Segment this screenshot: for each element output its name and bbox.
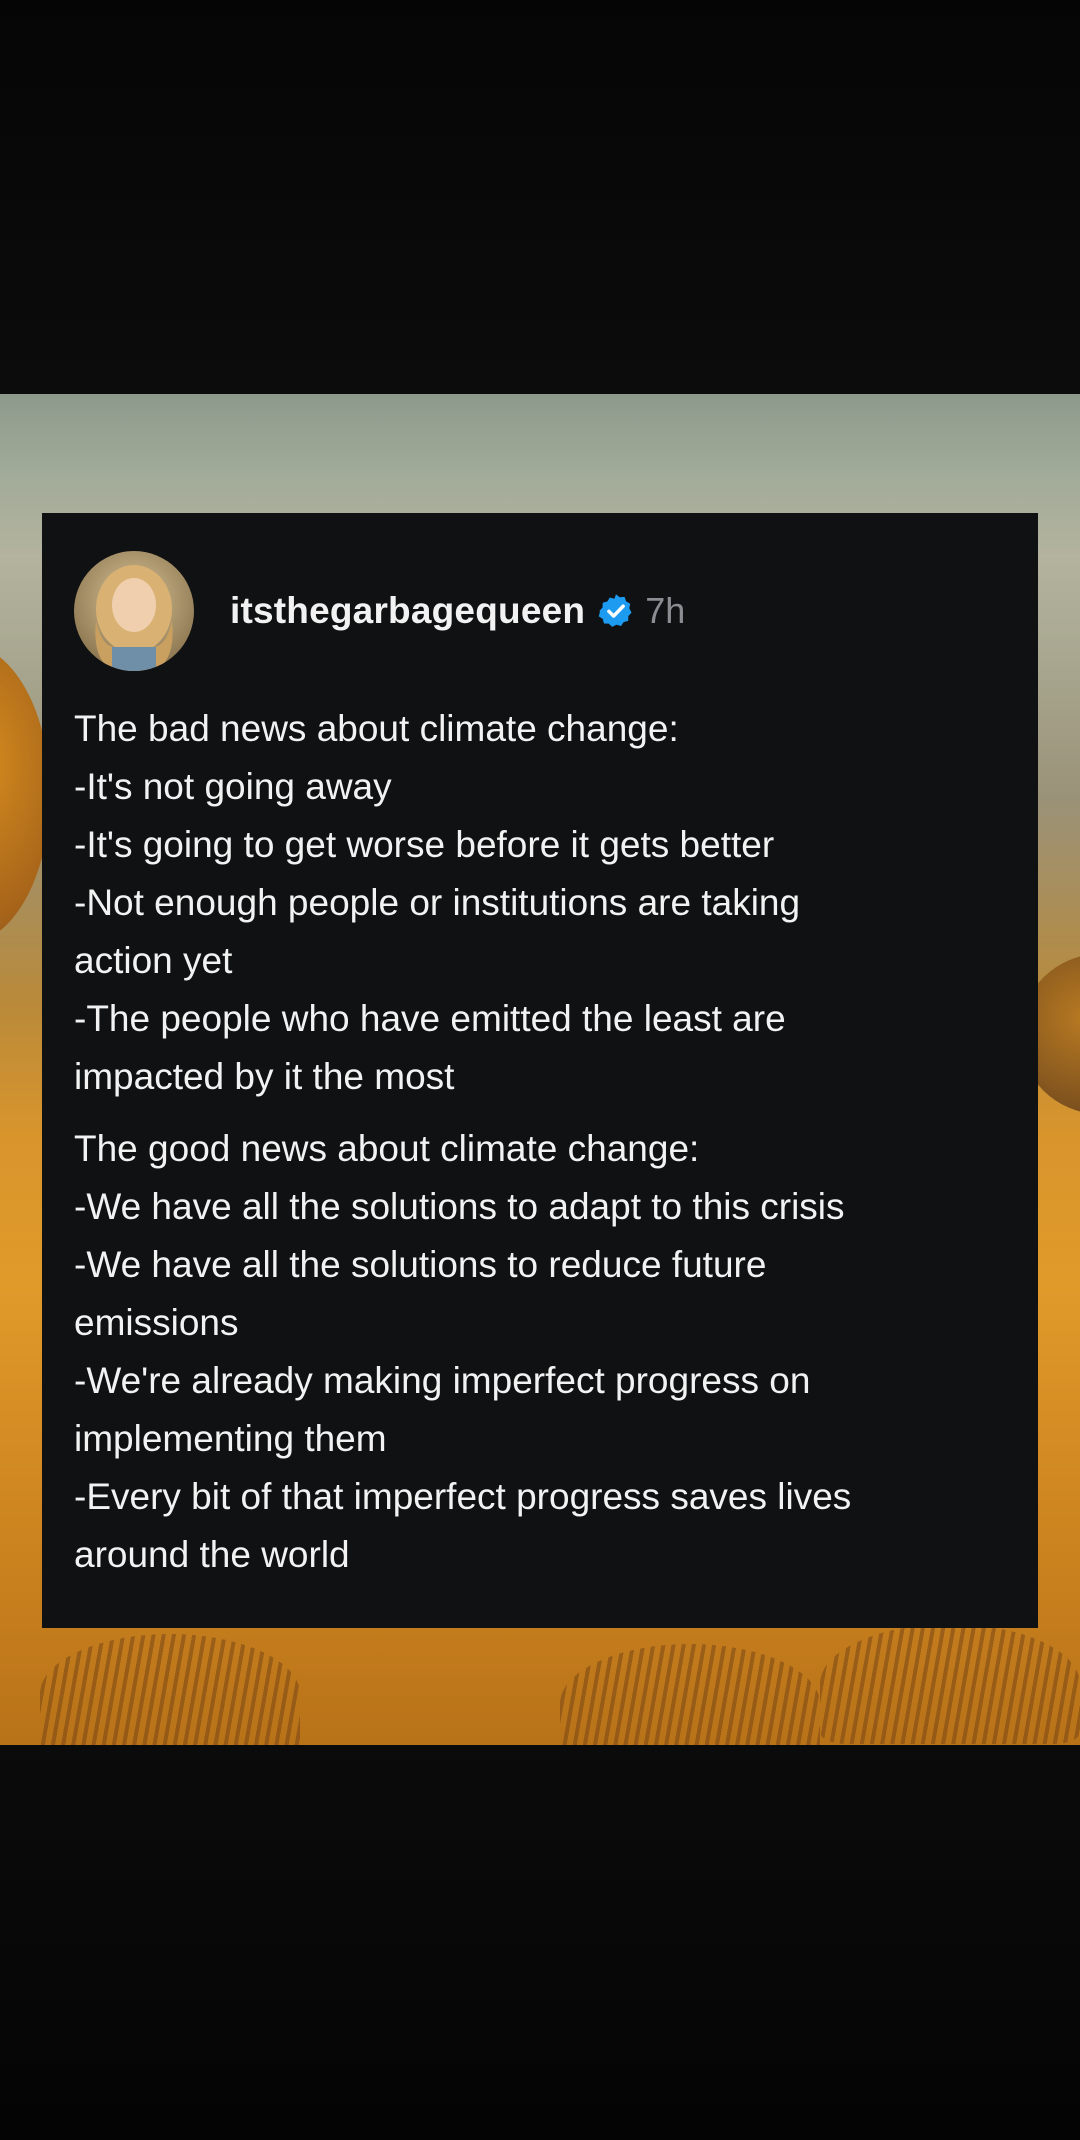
post-line: -We have all the solutions to reduce fut… bbox=[74, 1244, 767, 1285]
painted-grass bbox=[40, 1634, 300, 1745]
bottom-letterbox bbox=[0, 1745, 1080, 2140]
post-line: emissions bbox=[74, 1302, 239, 1343]
post-paragraph-good-news: The good news about climate change: -We … bbox=[74, 1120, 1024, 1584]
painted-grass bbox=[820, 1624, 1080, 1744]
post-paragraph-bad-news: The bad news about climate change: -It's… bbox=[74, 700, 1024, 1106]
post-line: impacted by it the most bbox=[74, 1056, 455, 1097]
post-body: The bad news about climate change: -It's… bbox=[74, 700, 1024, 1584]
verified-badge-icon bbox=[597, 592, 635, 630]
post-line: -The people who have emitted the least a… bbox=[74, 998, 786, 1039]
post-line: -It's not going away bbox=[74, 766, 392, 807]
post-line: implementing them bbox=[74, 1418, 387, 1459]
post-line: -Every bit of that imperfect progress sa… bbox=[74, 1476, 852, 1517]
post-line: action yet bbox=[74, 940, 233, 981]
post-card: itsthegarbagequeen 7h The bad news about… bbox=[42, 513, 1038, 1628]
top-letterbox bbox=[0, 0, 1080, 394]
post-line: -Not enough people or institutions are t… bbox=[74, 882, 801, 923]
post-line: -We have all the solutions to adapt to t… bbox=[74, 1186, 845, 1227]
post-line: around the world bbox=[74, 1534, 350, 1575]
post-line: The bad news about climate change: bbox=[74, 708, 679, 749]
avatar-image bbox=[74, 551, 194, 671]
post-timestamp: 7h bbox=[645, 590, 686, 631]
username[interactable]: itsthegarbagequeen bbox=[230, 590, 585, 632]
painted-grass bbox=[560, 1644, 820, 1745]
post-header: itsthegarbagequeen 7h bbox=[74, 549, 685, 673]
post-line: The good news about climate change: bbox=[74, 1128, 700, 1169]
avatar[interactable] bbox=[74, 551, 194, 671]
post-line: -We're already making imperfect progress… bbox=[74, 1360, 811, 1401]
post-line: -It's going to get worse before it gets … bbox=[74, 824, 775, 865]
